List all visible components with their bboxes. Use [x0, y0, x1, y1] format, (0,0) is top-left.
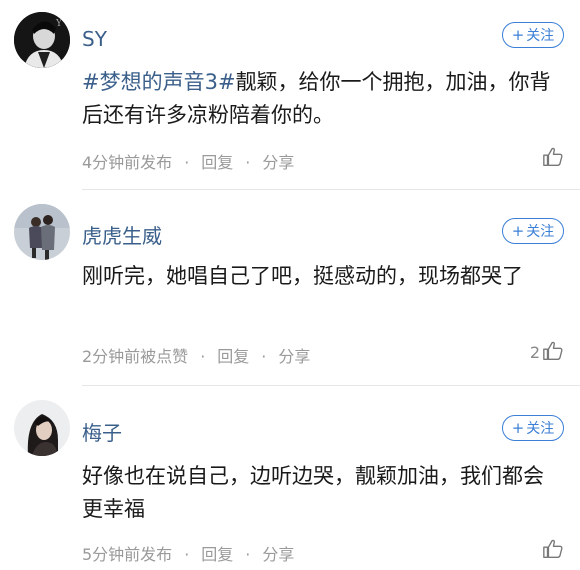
meta-separator: · — [245, 153, 251, 172]
comment-meta: 5分钟前发布 · 回复 · 分享 — [82, 541, 294, 565]
plus-icon: + — [511, 419, 525, 437]
avatar[interactable]: Y — [14, 12, 70, 68]
like-button[interactable]: 2 — [530, 340, 564, 362]
follow-button[interactable]: + 关注 — [502, 415, 564, 441]
meta-separator: · — [245, 545, 251, 564]
like-button[interactable] — [540, 146, 564, 168]
comment-item: 虎虎生威 + 关注 刚听完，她唱自己了吧，挺感动的，现场都哭了 2分钟前被点赞 ·… — [0, 190, 580, 386]
reply-button[interactable]: 回复 — [217, 347, 249, 366]
username[interactable]: 虎虎生威 — [82, 220, 162, 249]
meta-separator: · — [184, 545, 190, 564]
plus-icon: + — [511, 222, 525, 240]
avatar-image: Y — [14, 12, 70, 68]
avatar[interactable] — [14, 400, 70, 456]
comment-meta: 2分钟前被点赞 · 回复 · 分享 — [82, 343, 310, 367]
comment-text: 好像也在说自己，边听边哭，靓颖加油，我们都会更幸福 — [82, 460, 562, 526]
comment-time: 2分钟前被点赞 — [82, 347, 189, 366]
share-button[interactable]: 分享 — [278, 347, 310, 366]
plus-icon: + — [511, 26, 525, 44]
follow-button[interactable]: + 关注 — [502, 218, 564, 244]
like-count: 2 — [529, 343, 540, 362]
share-button[interactable]: 分享 — [262, 545, 294, 564]
comment-meta: 4分钟前发布 · 回复 · 分享 — [82, 149, 294, 173]
follow-button[interactable]: + 关注 — [502, 22, 564, 48]
meta-separator: · — [184, 153, 190, 172]
meta-separator: · — [200, 347, 206, 366]
comment-text: #梦想的声音3#靓颖，给你一个拥抱，加油，你背后还有许多凉粉陪着你的。 — [82, 66, 562, 132]
comment-item: 梅子 + 关注 好像也在说自己，边听边哭，靓颖加油，我们都会更幸福 5分钟前发布… — [0, 386, 580, 570]
avatar-image — [14, 204, 70, 260]
comment-body: 好像也在说自己，边听边哭，靓颖加油，我们都会更幸福 — [82, 464, 544, 521]
comment-time: 5分钟前发布 — [82, 545, 173, 564]
hashtag-link[interactable]: #梦想的声音3# — [82, 70, 236, 94]
like-button[interactable] — [540, 538, 564, 560]
reply-button[interactable]: 回复 — [201, 545, 233, 564]
follow-label: 关注 — [526, 224, 555, 240]
share-button[interactable]: 分享 — [262, 153, 294, 172]
comment-item: Y SY + 关注 #梦想的声音3#靓颖，给你一个拥抱，加油，你背后还有许多凉粉… — [0, 0, 580, 190]
username[interactable]: 梅子 — [82, 417, 122, 446]
username[interactable]: SY — [82, 27, 107, 51]
thumbs-up-icon — [543, 147, 563, 166]
meta-separator: · — [261, 347, 267, 366]
comment-body: 刚听完，她唱自己了吧，挺感动的，现场都哭了 — [82, 264, 523, 288]
thumbs-up-icon — [543, 539, 563, 558]
comment-text: 刚听完，她唱自己了吧，挺感动的，现场都哭了 — [82, 260, 562, 293]
comment-time: 4分钟前发布 — [82, 153, 173, 172]
follow-label: 关注 — [526, 421, 555, 437]
svg-text:Y: Y — [55, 19, 63, 29]
follow-label: 关注 — [526, 28, 555, 44]
avatar[interactable] — [14, 204, 70, 260]
thumbs-up-icon — [543, 341, 563, 360]
avatar-image — [14, 400, 70, 456]
reply-button[interactable]: 回复 — [201, 153, 233, 172]
